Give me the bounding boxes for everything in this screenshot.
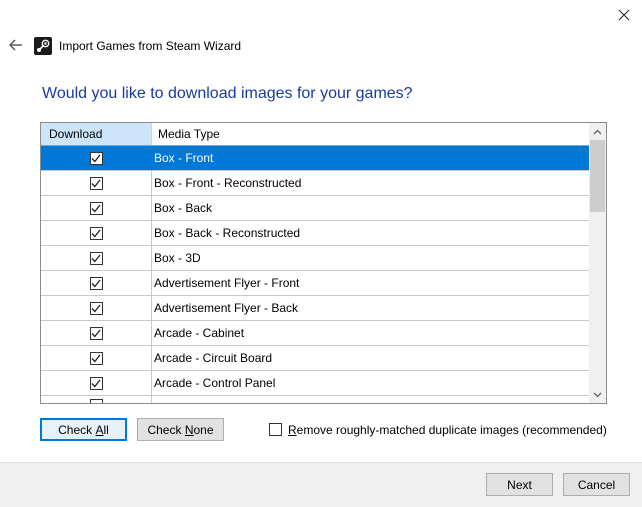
- media-type-cell: Arcade - Circuit Board: [152, 346, 590, 370]
- media-type-cell: Box - Front: [152, 146, 590, 170]
- table-row-partial[interactable]: [41, 396, 590, 403]
- scroll-up-button[interactable]: [589, 123, 606, 140]
- remove-duplicates-checkbox[interactable]: [269, 423, 282, 436]
- chevron-up-icon: [593, 129, 602, 134]
- media-type-cell: Box - Back: [152, 196, 590, 220]
- table-row[interactable]: Box - Back: [41, 196, 590, 221]
- checkmark-icon: [91, 154, 101, 162]
- table-row[interactable]: Advertisement Flyer - Front: [41, 271, 590, 296]
- page-heading: Would you like to download images for yo…: [42, 85, 413, 102]
- close-button[interactable]: [614, 5, 634, 25]
- media-type-cell: Advertisement Flyer - Back: [152, 296, 590, 320]
- close-icon: [618, 9, 630, 21]
- window-title: Import Games from Steam Wizard: [59, 39, 242, 53]
- table-row[interactable]: Box - Front: [41, 146, 590, 171]
- vertical-scrollbar[interactable]: [589, 123, 606, 403]
- checkmark-icon: [91, 354, 101, 362]
- chevron-down-icon: [593, 392, 602, 397]
- next-button[interactable]: Next: [486, 473, 553, 496]
- download-checkbox[interactable]: [89, 176, 103, 190]
- table-row[interactable]: Arcade - Control Panel: [41, 371, 590, 396]
- back-arrow-icon: [9, 39, 22, 51]
- media-type-cell: [152, 396, 590, 403]
- media-type-cell: Box - Front - Reconstructed: [152, 171, 590, 195]
- download-checkbox[interactable]: [89, 276, 103, 290]
- checkmark-icon: [91, 329, 101, 337]
- download-checkbox[interactable]: [89, 326, 103, 340]
- media-type-cell: Arcade - Cabinet: [152, 321, 590, 345]
- media-type-grid[interactable]: Download Media Type Box - Front Box - Fr…: [40, 122, 607, 404]
- check-none-button[interactable]: Check None: [137, 418, 224, 441]
- table-row[interactable]: Box - 3D: [41, 246, 590, 271]
- checkmark-icon: [91, 179, 101, 187]
- download-checkbox[interactable]: [89, 301, 103, 315]
- download-checkbox[interactable]: [89, 226, 103, 240]
- download-checkbox[interactable]: [89, 251, 103, 265]
- media-type-cell: Box - Back - Reconstructed: [152, 221, 590, 245]
- table-row[interactable]: Arcade - Cabinet: [41, 321, 590, 346]
- grid-rows: Box - Front Box - Front - Reconstructed …: [41, 146, 590, 403]
- check-all-button[interactable]: Check All: [40, 418, 127, 441]
- download-checkbox[interactable]: [89, 351, 103, 365]
- column-header-download[interactable]: Download: [41, 123, 152, 145]
- checkmark-icon: [91, 379, 101, 387]
- back-button[interactable]: [8, 37, 24, 53]
- table-row[interactable]: Box - Front - Reconstructed: [41, 171, 590, 196]
- cancel-button[interactable]: Cancel: [563, 473, 630, 496]
- checkmark-icon: [91, 304, 101, 312]
- checkmark-icon: [91, 279, 101, 287]
- media-type-cell: Advertisement Flyer - Front: [152, 271, 590, 295]
- steam-icon: [34, 37, 52, 55]
- download-checkbox[interactable]: [89, 399, 103, 403]
- checkmark-icon: [91, 229, 101, 237]
- grid-header: Download Media Type: [41, 123, 590, 146]
- table-row[interactable]: Arcade - Circuit Board: [41, 346, 590, 371]
- checkmark-icon: [91, 204, 101, 212]
- scroll-down-button[interactable]: [589, 386, 606, 403]
- table-row[interactable]: Advertisement Flyer - Back: [41, 296, 590, 321]
- table-row[interactable]: Box - Back - Reconstructed: [41, 221, 590, 246]
- column-header-media-type[interactable]: Media Type: [152, 123, 590, 145]
- download-checkbox[interactable]: [89, 376, 103, 390]
- media-type-cell: Box - 3D: [152, 246, 590, 270]
- scrollbar-thumb[interactable]: [590, 140, 605, 212]
- media-type-cell: Arcade - Control Panel: [152, 371, 590, 395]
- checkmark-icon: [91, 254, 101, 262]
- download-checkbox[interactable]: [89, 201, 103, 215]
- download-checkbox[interactable]: [89, 151, 103, 165]
- remove-duplicates-label[interactable]: Remove roughly-matched duplicate images …: [288, 423, 607, 437]
